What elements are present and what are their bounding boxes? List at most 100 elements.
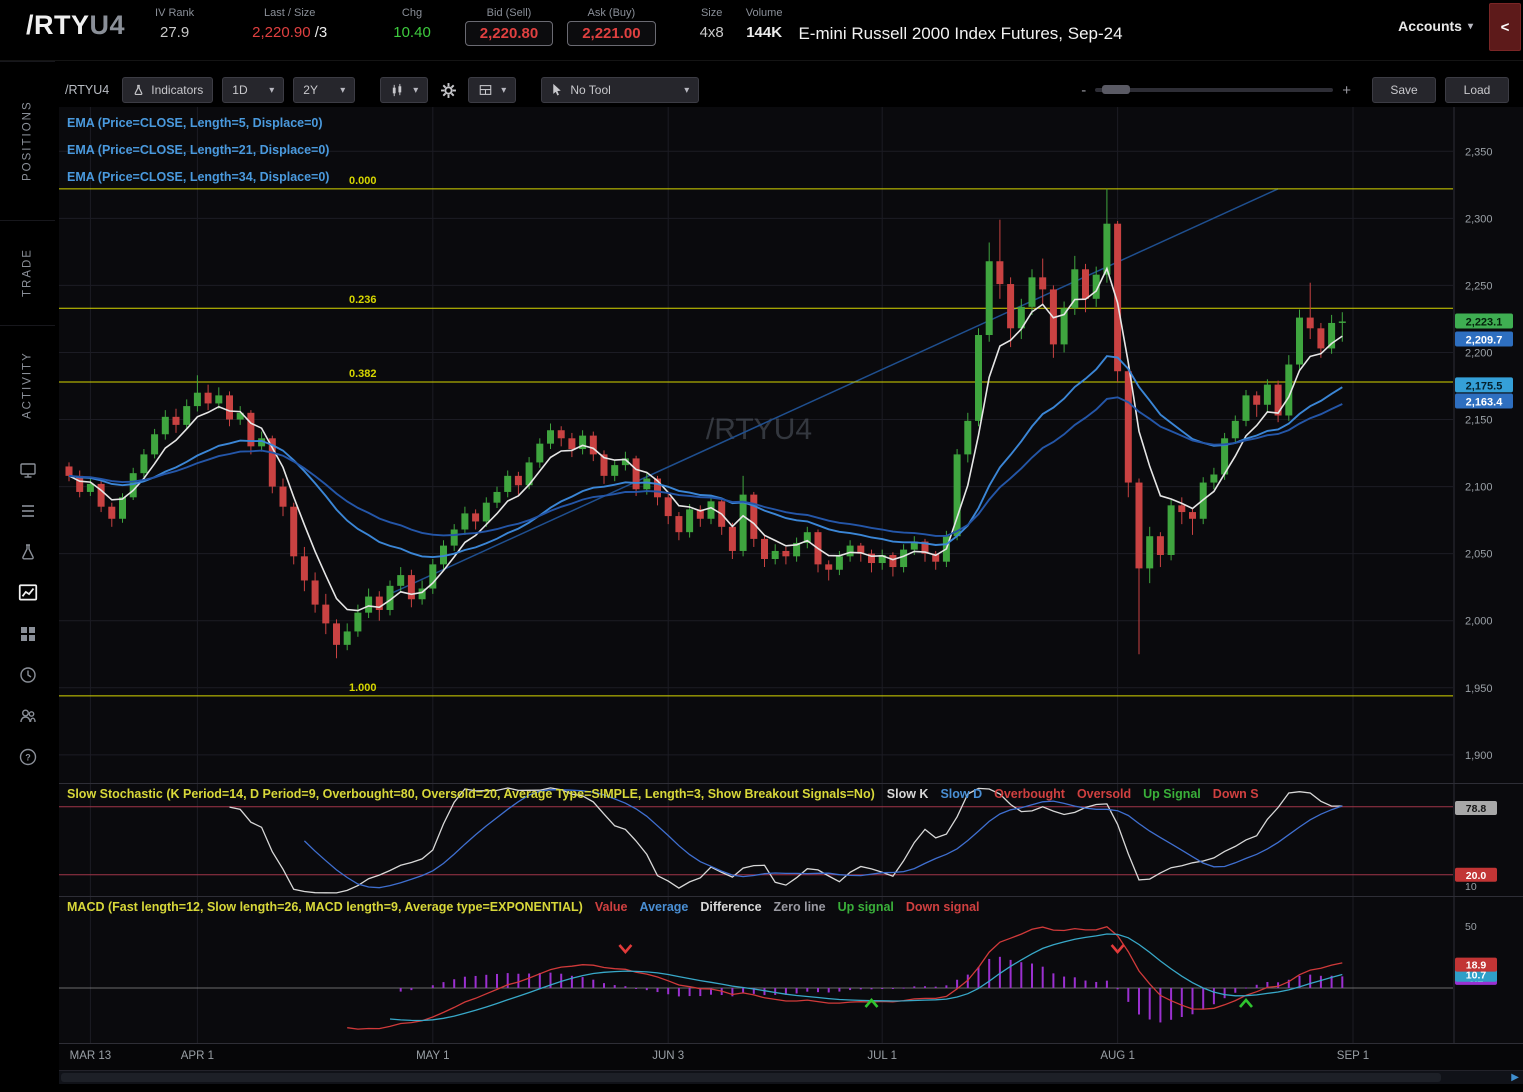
layout-grid-icon (478, 83, 493, 97)
zoom-control: - + (1081, 82, 1351, 99)
svg-text:0.236: 0.236 (349, 294, 377, 306)
candlestick-chart-icon (390, 83, 405, 98)
load-button[interactable]: Load (1445, 77, 1509, 103)
chart-toolbar: /RTYU4 Indicators 1D ▾ 2Y ▾ ▾ (59, 73, 1523, 107)
zoom-slider-handle[interactable] (1102, 85, 1130, 94)
bid-label: Bid (Sell) (487, 7, 532, 19)
accounts-label: Accounts (1398, 18, 1462, 34)
settings-gear-icon[interactable] (437, 78, 459, 102)
svg-text:2,150: 2,150 (1465, 415, 1493, 427)
users-icon[interactable] (16, 704, 40, 728)
collapse-panel-button[interactable]: < (1489, 3, 1521, 51)
range-dropdown[interactable]: 2Y ▾ (293, 77, 355, 103)
chg-label: Chg (402, 7, 422, 19)
svg-text:2,000: 2,000 (1465, 616, 1493, 628)
svg-text:2,100: 2,100 (1465, 482, 1493, 494)
time-axis-label: SEP 1 (1337, 1050, 1369, 1062)
volume-label: Volume (746, 7, 783, 19)
svg-text:10: 10 (1465, 881, 1477, 893)
scrollbar-handle[interactable] (61, 1073, 1441, 1082)
sidebar-tab-positions[interactable]: POSITIONS (0, 61, 55, 220)
svg-text:1,950: 1,950 (1465, 683, 1493, 695)
monitor-icon[interactable] (16, 458, 40, 482)
up-signal-arrow (1240, 1000, 1252, 1007)
macd-canvas[interactable]: 508.210.718.9 (59, 897, 1519, 1043)
svg-text:50: 50 (1465, 921, 1477, 933)
chevron-down-icon: ▾ (269, 85, 274, 96)
chevron-down-icon: ▾ (501, 85, 506, 96)
chart-style-dropdown[interactable]: ▾ (380, 77, 428, 103)
svg-text:2,050: 2,050 (1465, 549, 1493, 561)
help-icon[interactable]: ? (16, 745, 40, 769)
grid-icon[interactable] (16, 622, 40, 646)
list-icon[interactable] (16, 499, 40, 523)
chart-scrollbar[interactable]: ▶ (59, 1070, 1523, 1084)
svg-text:1.000: 1.000 (349, 682, 377, 694)
svg-text:18.9: 18.9 (1466, 960, 1487, 972)
indicators-button[interactable]: Indicators (122, 77, 213, 103)
chart-watermark: /RTYU4 (706, 413, 812, 446)
zoom-slider[interactable] (1095, 88, 1333, 92)
svg-text:2,200: 2,200 (1465, 347, 1493, 359)
symbol: /RTYU4 (26, 10, 125, 41)
zoom-in-button[interactable]: + (1342, 82, 1351, 99)
size-value: 4x8 (700, 24, 724, 41)
svg-text:2,300: 2,300 (1465, 213, 1493, 225)
svg-text:2,209.7: 2,209.7 (1466, 334, 1503, 346)
stochastic-panel: 801078.820.0 Slow Stochastic (K Period=1… (59, 783, 1523, 896)
drawing-tool-dropdown[interactable]: No Tool ▾ (541, 77, 699, 103)
time-axis-label: JUN 3 (652, 1050, 684, 1062)
sidebar-tab-activity[interactable]: ACTIVITY (0, 325, 55, 444)
last-size-value: /3 (315, 24, 328, 41)
chevron-down-icon: ▾ (413, 85, 418, 96)
main-chart-canvas[interactable]: 2,3502,3002,2502,2002,1502,1002,0502,000… (59, 107, 1519, 783)
symbol-root: /RTY (26, 10, 90, 40)
svg-text:78.8: 78.8 (1466, 803, 1487, 815)
down-signal-arrow (619, 945, 631, 952)
bid-button[interactable]: 2,220.80 (465, 21, 553, 46)
symbol-month: U4 (90, 10, 126, 40)
zoom-out-button[interactable]: - (1081, 82, 1086, 99)
svg-text:?: ? (25, 753, 31, 763)
chart-icon[interactable] (16, 581, 40, 605)
ask-button[interactable]: 2,221.00 (567, 21, 655, 46)
save-button[interactable]: Save (1372, 77, 1436, 103)
stochastic-canvas[interactable]: 801078.820.0 (59, 784, 1519, 896)
svg-text:2,175.5: 2,175.5 (1466, 380, 1503, 392)
iv-rank-field: IV Rank 27.9 (155, 7, 194, 41)
accounts-dropdown[interactable]: Accounts ▾ (1398, 18, 1473, 34)
volume-field: Volume 144K (746, 7, 783, 41)
size-label: Size (701, 7, 722, 19)
svg-text:2,163.4: 2,163.4 (1466, 397, 1504, 409)
ask-field: Ask (Buy) 2,221.00 (567, 7, 655, 46)
time-axis-label: MAR 13 (70, 1050, 112, 1062)
sidebar-tab-trade[interactable]: TRADE (0, 220, 55, 325)
ema-line (69, 356, 1342, 557)
ask-label: Ask (Buy) (588, 7, 636, 19)
slow-k-line (230, 788, 1343, 893)
svg-text:1,900: 1,900 (1465, 750, 1493, 762)
volume-value: 144K (746, 24, 782, 41)
layout-dropdown[interactable]: ▾ (468, 77, 516, 103)
clock-icon[interactable] (16, 663, 40, 687)
last-value: 2,220.90 (252, 24, 310, 41)
trendline (390, 189, 1278, 594)
last-size-field: Last / Size 2,220.90 /3 (252, 7, 327, 41)
chg-field: Chg 10.40 (393, 7, 431, 41)
flask-icon[interactable] (16, 540, 40, 564)
bid-field: Bid (Sell) 2,220.80 (465, 7, 553, 46)
time-axis-label: AUG 1 (1100, 1050, 1135, 1062)
slow-d-line (304, 790, 1342, 888)
svg-text:2,223.1: 2,223.1 (1466, 316, 1503, 328)
timeframe-dropdown[interactable]: 1D ▾ (222, 77, 284, 103)
contract-description: E-mini Russell 2000 Index Futures, Sep-2… (798, 24, 1122, 44)
time-axis-label: APR 1 (181, 1050, 214, 1062)
time-axis[interactable]: MAR 13APR 1MAY 1JUN 3JUL 1AUG 1SEP 1 (59, 1043, 1523, 1070)
iv-rank-label: IV Rank (155, 7, 194, 19)
chevron-down-icon: ▾ (340, 85, 345, 96)
chevron-down-icon: ▾ (1468, 21, 1473, 32)
svg-text:2,250: 2,250 (1465, 280, 1493, 292)
iv-rank-value: 27.9 (160, 24, 189, 41)
timeframe-value: 1D (232, 83, 247, 97)
scroll-right-icon[interactable]: ▶ (1511, 1071, 1519, 1084)
